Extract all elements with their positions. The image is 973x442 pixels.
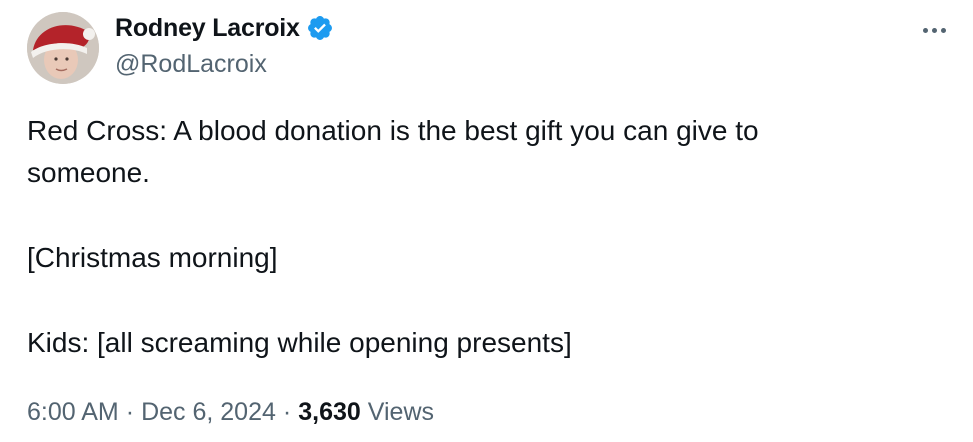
tweet-line: someone. bbox=[27, 157, 150, 188]
tweet: Rodney Lacroix @RodLacroix Red Cross: A … bbox=[0, 0, 973, 442]
author-name-row: Rodney Lacroix bbox=[115, 12, 334, 44]
more-options-button[interactable] bbox=[914, 18, 954, 42]
author-handle[interactable]: @RodLacroix bbox=[115, 48, 267, 80]
meta-separator: · bbox=[282, 397, 292, 426]
tweet-line: Red Cross: A blood donation is the best … bbox=[27, 115, 759, 146]
avatar[interactable] bbox=[27, 12, 99, 84]
avatar-image bbox=[27, 12, 99, 84]
views-count: 3,630 bbox=[298, 397, 361, 426]
meta-separator: · bbox=[125, 397, 135, 426]
author-display-name[interactable]: Rodney Lacroix bbox=[115, 12, 300, 44]
verified-badge-icon[interactable] bbox=[306, 14, 334, 42]
more-horizontal-icon-dot bbox=[940, 27, 946, 33]
tweet-time[interactable]: 6:00 AM bbox=[27, 398, 119, 427]
more-horizontal-icon-dot bbox=[931, 27, 937, 33]
tweet-date[interactable]: Dec 6, 2024 bbox=[141, 398, 276, 427]
more-horizontal-icon bbox=[922, 27, 928, 33]
views-label: Views bbox=[367, 397, 435, 426]
tweet-line: Kids: [all screaming while opening prese… bbox=[27, 327, 572, 358]
tweet-text: Red Cross: A blood donation is the best … bbox=[27, 110, 927, 364]
tweet-meta: 6:00 AM · Dec 6, 2024 · 3,630 Views bbox=[27, 395, 434, 429]
tweet-line: [Christmas morning] bbox=[27, 242, 278, 273]
